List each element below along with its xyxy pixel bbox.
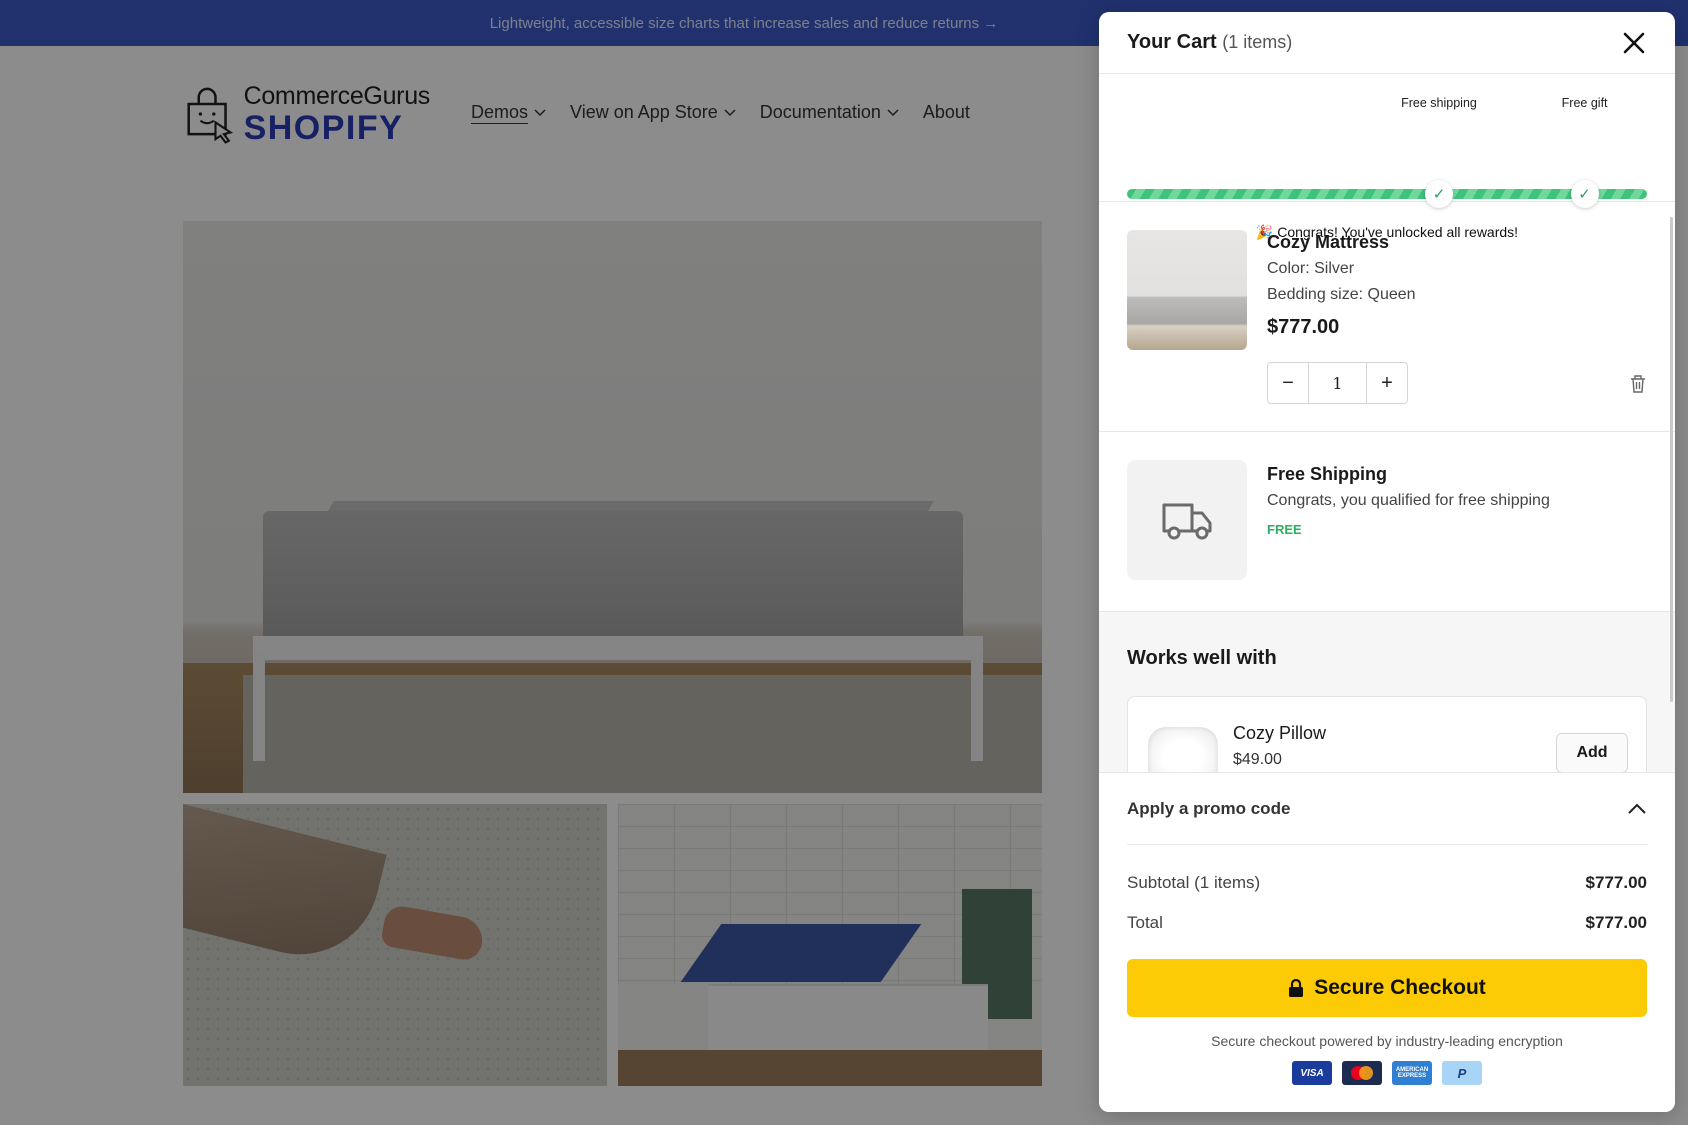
secure-checkout-note: Secure checkout powered by industry-lead… [1211, 1033, 1563, 1049]
rewards-progress-bar [1127, 189, 1647, 199]
close-icon[interactable] [1621, 30, 1647, 56]
total-row: Total $777.00 [1127, 903, 1647, 943]
upsell-product-price: $49.00 [1233, 751, 1282, 768]
mastercard-circles-icon [1351, 1066, 1373, 1080]
shipping-price: FREE [1267, 522, 1302, 537]
shipping-thumbnail [1127, 460, 1247, 580]
mastercard-icon [1342, 1061, 1382, 1085]
lock-icon [1289, 978, 1304, 997]
upsell-title: Works well with [1127, 647, 1277, 669]
cart-scrollbar[interactable] [1670, 217, 1673, 702]
truck-icon [1162, 503, 1212, 540]
chevron-up-icon [1628, 803, 1646, 814]
paypal-icon: P [1442, 1061, 1482, 1085]
total-amount: $777.00 [1585, 913, 1647, 932]
cart-title: Your Cart (1 items) [1127, 31, 1292, 54]
promo-label: Apply a promo code [1127, 798, 1291, 818]
upsell-product-name[interactable]: Cozy Pillow [1233, 723, 1326, 744]
amex-icon: AMERICAN EXPRESS [1392, 1061, 1432, 1085]
cart-footer: Apply a promo code Subtotal (1 items) $7… [1099, 772, 1675, 1112]
mattress-thumbnail[interactable] [1127, 230, 1247, 350]
subtotal-row: Subtotal (1 items) $777.00 [1127, 863, 1647, 903]
rewards-progress: Free shipping Free gift ✓ ✓ 🎉 Congrats! … [1099, 74, 1675, 240]
shipping-line-item: Free Shipping Congrats, you qualified fo… [1099, 432, 1675, 612]
quantity-input[interactable]: 1 [1308, 363, 1367, 403]
trash-icon[interactable] [1629, 374, 1647, 394]
increase-quantity-button[interactable]: + [1367, 363, 1407, 403]
decrease-quantity-button[interactable]: − [1268, 363, 1308, 403]
visa-icon: VISA [1292, 1061, 1332, 1085]
payment-icons: VISA AMERICAN EXPRESS P [1099, 1061, 1675, 1085]
item-price: $777.00 [1267, 316, 1340, 338]
add-upsell-button[interactable]: Add [1556, 733, 1628, 773]
subtotal-amount: $777.00 [1585, 873, 1647, 892]
shipping-name: Free Shipping [1267, 464, 1388, 484]
quantity-stepper: − 1 + [1267, 362, 1408, 404]
cart-drawer: Your Cart (1 items) Free shipping Free g… [1099, 12, 1675, 1112]
cart-line-item: Cozy Mattress Color: Silver Bedding size… [1099, 202, 1675, 432]
subtotal-label: Subtotal (1 items) [1127, 873, 1261, 892]
reward-label-free-gift: Free gift [1561, 96, 1608, 110]
cart-title-text: Your Cart [1127, 31, 1217, 53]
pillow-thumbnail[interactable] [1148, 727, 1218, 774]
upsell-section: Works well with Cozy Pillow $49.00 Add [1099, 612, 1675, 774]
checkout-label: Secure Checkout [1314, 976, 1486, 999]
reward-label-free-shipping: Free shipping [1401, 96, 1477, 110]
promo-code-toggle[interactable]: Apply a promo code [1127, 773, 1647, 845]
cart-header: Your Cart (1 items) [1099, 12, 1675, 74]
cart-item-count: (1 items) [1222, 32, 1293, 52]
secure-checkout-button[interactable]: Secure Checkout [1127, 959, 1647, 1017]
item-size: Bedding size: Queen [1267, 286, 1416, 303]
upsell-product-card: Cozy Pillow $49.00 Add [1127, 696, 1647, 774]
shipping-description: Congrats, you qualified for free shippin… [1267, 492, 1550, 509]
total-label: Total [1127, 913, 1163, 932]
item-color: Color: Silver [1267, 260, 1355, 277]
item-name[interactable]: Cozy Mattress [1267, 232, 1389, 253]
